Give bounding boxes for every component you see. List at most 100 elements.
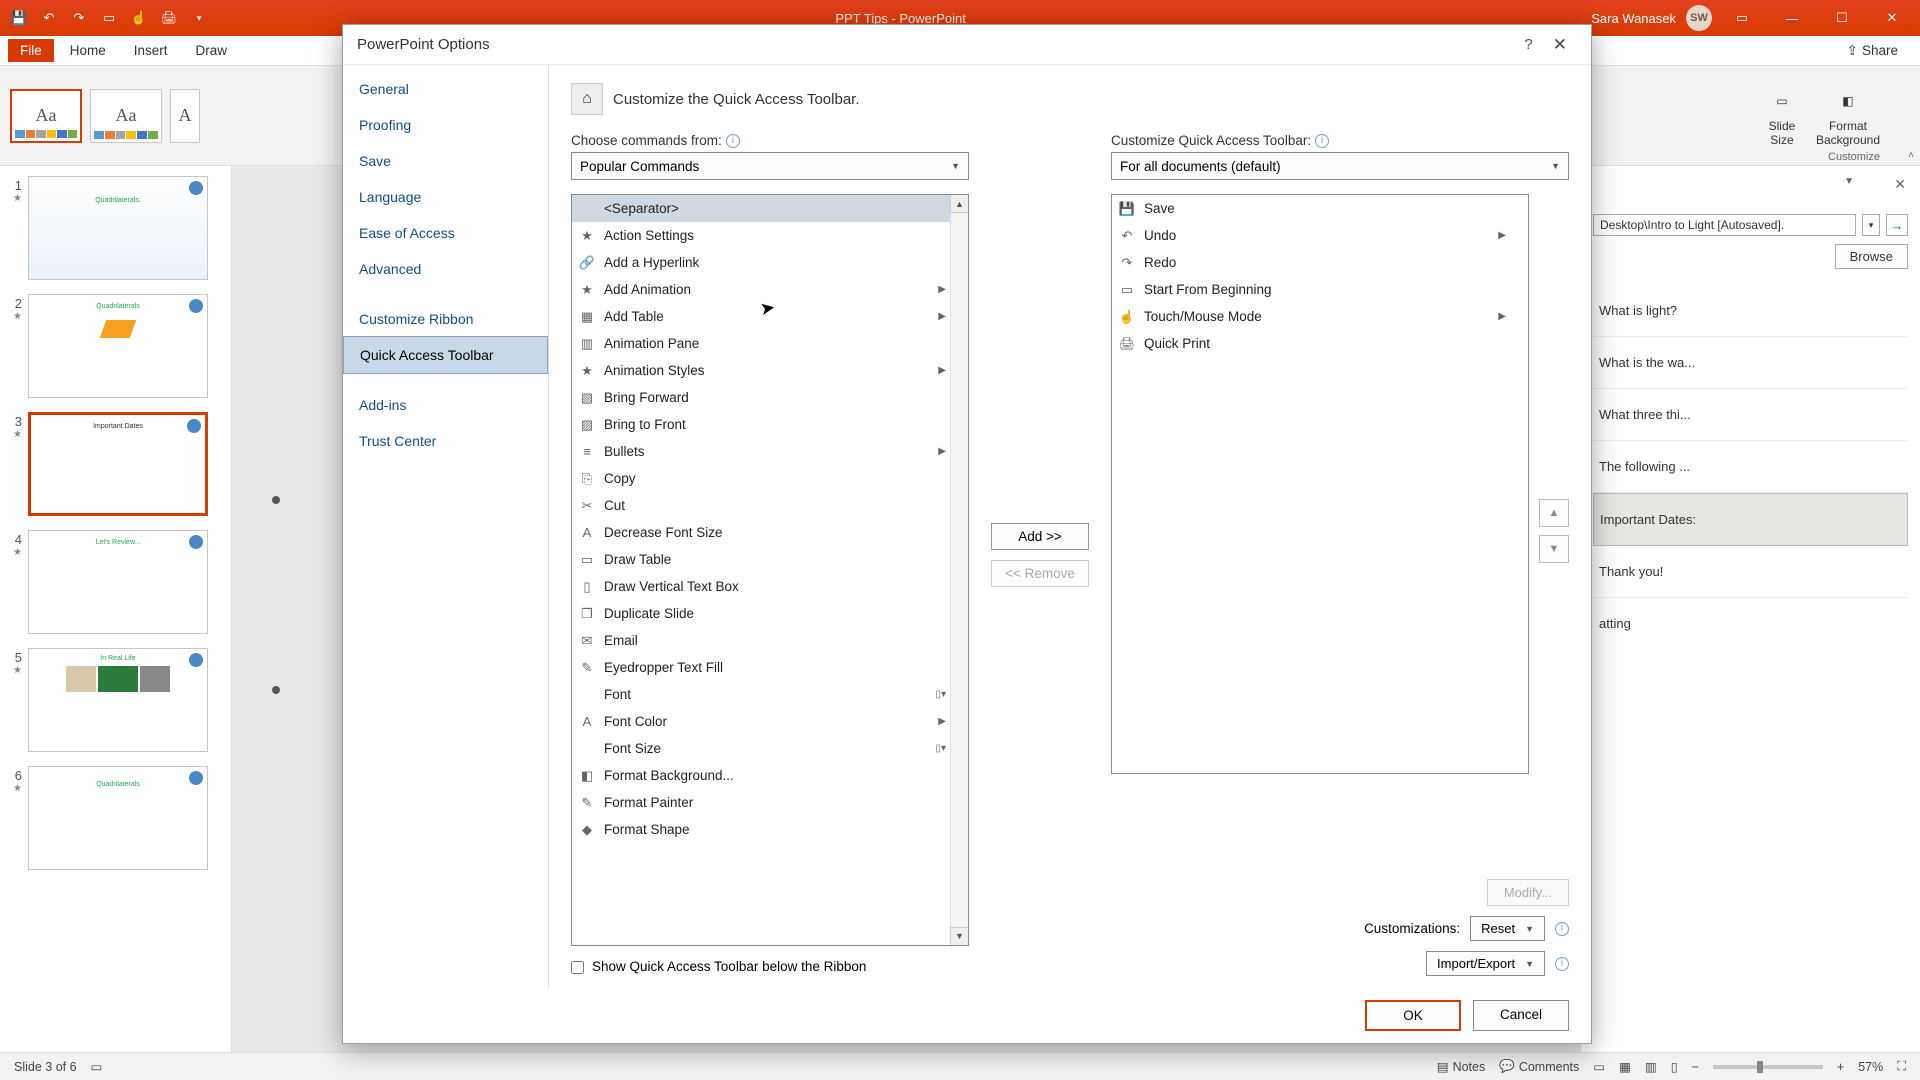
commands-listbox[interactable]: ▲ ▼ <Separator>★Action Settings🔗Add a Hy… [571,194,969,946]
reuse-slide-row[interactable]: atting [1593,598,1908,649]
reuse-slide-row[interactable]: The following ... [1593,441,1908,493]
slide-thumb-3[interactable]: Important Dates [28,412,208,516]
command-item[interactable]: ★Animation Styles▶ [572,357,968,384]
qat-item[interactable]: ☝Touch/Mouse Mode▶ [1112,303,1528,330]
panel-menu-icon[interactable]: ▼ [1844,176,1854,187]
move-down-button[interactable]: ▼ [1539,535,1569,563]
avatar[interactable]: SW [1686,5,1712,31]
reuse-slide-row[interactable]: Important Dates: [1593,493,1908,546]
slide-thumb-4[interactable]: Let's Review... [28,530,208,634]
qat-customize-icon[interactable]: ▾ [188,7,210,29]
nav-item-proofing[interactable]: Proofing [343,107,548,143]
command-item[interactable]: ✉Email [572,627,968,654]
slide-thumb-1[interactable]: Quadrilaterals: [28,176,208,280]
cancel-button[interactable]: Cancel [1473,1000,1569,1031]
qat-item[interactable]: ↷Redo [1112,249,1528,276]
minimize-icon[interactable]: — [1772,3,1812,33]
add-button[interactable]: Add >> [991,523,1089,550]
undo-icon[interactable]: ↶ [38,7,60,29]
command-item[interactable]: <Separator> [572,195,968,222]
scroll-up-icon[interactable]: ▲ [950,195,968,213]
nav-item-add-ins[interactable]: Add-ins [343,387,548,423]
zoom-out-icon[interactable]: − [1692,1060,1699,1074]
reading-view-icon[interactable]: ▥ [1645,1059,1657,1074]
maximize-icon[interactable]: ☐ [1822,3,1862,33]
modify-button[interactable]: Modify... [1487,879,1569,906]
command-item[interactable]: ◆Format Shape [572,816,968,843]
qat-item[interactable]: 💾Save [1112,195,1528,222]
notes-button[interactable]: ▤Notes [1437,1059,1485,1074]
command-item[interactable]: ❐Duplicate Slide [572,600,968,627]
slideshow-view-icon[interactable]: ▯ [1671,1059,1678,1074]
reuse-slide-row[interactable]: What is the wa... [1593,337,1908,389]
theme-thumb-1[interactable]: Aa [10,89,82,143]
choose-commands-dropdown[interactable]: Popular Commands▼ [571,152,969,180]
share-button[interactable]: ⇪Share [1835,39,1910,63]
move-up-button[interactable]: ▲ [1539,499,1569,527]
save-icon[interactable]: 💾 [8,7,30,29]
info-icon[interactable]: i [1315,134,1329,148]
path-go-icon[interactable]: → [1886,214,1908,236]
qat-item[interactable]: ↶Undo▶ [1112,222,1528,249]
nav-item-general[interactable]: General [343,71,548,107]
tab-insert[interactable]: Insert [122,39,180,62]
command-item[interactable]: ▨Bring to Front [572,411,968,438]
command-item[interactable]: ✎Format Painter [572,789,968,816]
spell-check-icon[interactable]: ▭ [91,1059,103,1074]
command-item[interactable]: ◧Format Background... [572,762,968,789]
command-item[interactable]: ▧Bring Forward [572,384,968,411]
zoom-slider[interactable] [1713,1065,1823,1069]
panel-close-icon[interactable]: ✕ [1894,176,1906,193]
collapse-ribbon-icon[interactable]: ˄ [1908,150,1914,161]
qat-scope-dropdown[interactable]: For all documents (default)▼ [1111,152,1569,180]
tab-home[interactable]: Home [58,39,118,62]
zoom-in-icon[interactable]: + [1837,1060,1844,1074]
slide-thumb-5[interactable]: In Real Life [28,648,208,752]
command-item[interactable]: ▥Animation Pane [572,330,968,357]
show-below-ribbon-checkbox[interactable]: Show Quick Access Toolbar below the Ribb… [571,958,931,976]
command-item[interactable]: ✎Eyedropper Text Fill [572,654,968,681]
remove-button[interactable]: << Remove [991,560,1089,587]
normal-view-icon[interactable]: ▭ [1593,1059,1605,1074]
nav-item-language[interactable]: Language [343,179,548,215]
start-show-icon[interactable]: ▭ [98,7,120,29]
sorter-view-icon[interactable]: ▦ [1619,1059,1631,1074]
ribbon-display-icon[interactable]: ▭ [1722,3,1762,33]
command-item[interactable]: ▯Draw Vertical Text Box [572,573,968,600]
command-item[interactable]: ★Add Animation▶ [572,276,968,303]
reuse-slide-row[interactable]: What is light? [1593,285,1908,337]
info-icon[interactable]: i [1555,957,1569,971]
info-icon[interactable]: i [726,134,740,148]
scrollbar-track[interactable] [950,213,968,927]
redo-icon[interactable]: ↷ [68,7,90,29]
file-path-input[interactable]: Desktop\Intro to Light [Autosaved]. [1593,214,1856,236]
quick-print-icon[interactable]: 🖨 [158,7,180,29]
close-window-icon[interactable]: ✕ [1872,3,1912,33]
import-export-dropdown[interactable]: Import/Export▼ [1426,951,1545,976]
touch-mode-icon[interactable]: ☝ [128,7,150,29]
command-item[interactable]: ▦Add Table▶ [572,303,968,330]
nav-item-trust-center[interactable]: Trust Center [343,423,548,459]
nav-item-ease-of-access[interactable]: Ease of Access [343,215,548,251]
nav-item-customize-ribbon[interactable]: Customize Ribbon [343,301,548,337]
command-item[interactable]: Font▯▾ [572,681,968,708]
command-item[interactable]: 🔗Add a Hyperlink [572,249,968,276]
scroll-down-icon[interactable]: ▼ [950,927,968,945]
nav-item-quick-access-toolbar[interactable]: Quick Access Toolbar [343,336,548,374]
command-item[interactable]: ⎘Copy [572,465,968,492]
command-item[interactable]: ★Action Settings [572,222,968,249]
info-icon[interactable]: i [1555,922,1569,936]
reset-dropdown[interactable]: Reset▼ [1470,916,1545,941]
close-icon[interactable]: ✕ [1543,31,1577,59]
command-item[interactable]: ≡Bullets▶ [572,438,968,465]
zoom-level[interactable]: 57% [1858,1060,1883,1074]
command-item[interactable]: ✂Cut [572,492,968,519]
checkbox-input[interactable] [571,961,584,974]
slide-thumb-2[interactable]: Quadrilaterals [28,294,208,398]
qat-listbox[interactable]: 💾Save↶Undo▶↷Redo▭Start From Beginning☝To… [1111,194,1529,774]
command-item[interactable]: ▭Draw Table [572,546,968,573]
tab-draw[interactable]: Draw [184,39,240,62]
comments-button[interactable]: 💬Comments [1499,1059,1579,1074]
command-item[interactable]: Font Size▯▾ [572,735,968,762]
tab-file[interactable]: File [8,39,54,62]
